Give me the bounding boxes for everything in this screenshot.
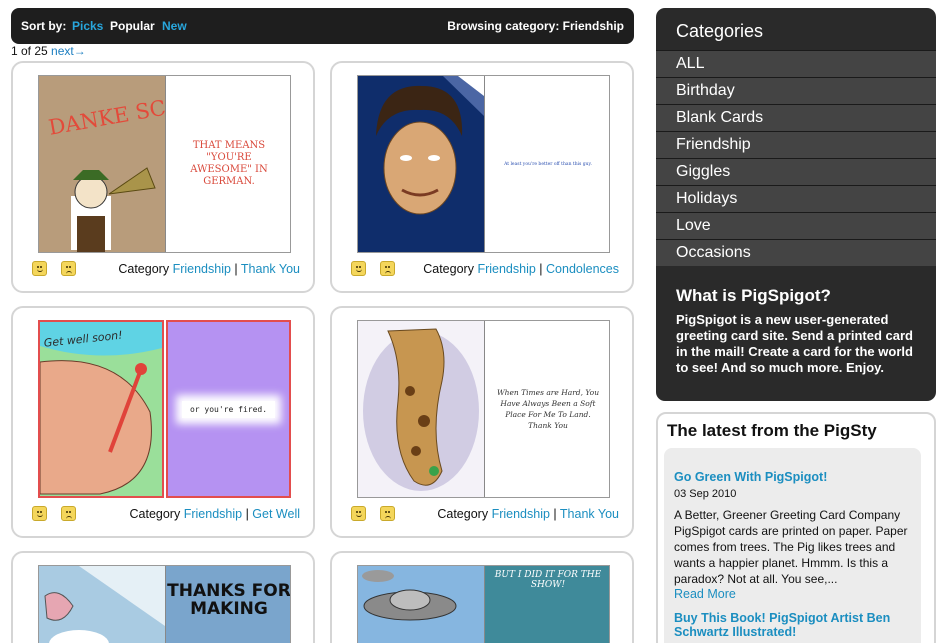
category-link[interactable]: Friendship — [173, 262, 231, 276]
sort-popular[interactable]: Popular — [110, 19, 155, 33]
categories-list: ALL Birthday Blank Cards Friendship Gigg… — [656, 50, 936, 266]
blog-title: The latest from the PigSty — [667, 421, 877, 440]
categories-panel: Categories ALL Birthday Blank Cards Frie… — [656, 8, 936, 401]
category-item-friendship[interactable]: Friendship — [656, 131, 936, 158]
card-preview[interactable]: At least you're better off than this guy… — [357, 75, 610, 253]
next-page-link[interactable]: next→ — [51, 44, 86, 58]
category-label: Category — [118, 262, 170, 276]
category-link[interactable]: Condolences — [546, 262, 619, 276]
category-item-birthday[interactable]: Birthday — [656, 77, 936, 104]
card-art — [39, 566, 165, 643]
card-preview[interactable]: BUT I DID IT FOR THE SHOW! — [357, 565, 610, 643]
blog-posts: Go Green With PigSpigot! 03 Sep 2010 A B… — [664, 448, 921, 643]
category-link[interactable]: Thank You — [241, 262, 300, 276]
card-meta: Category Friendship | Condolences — [351, 261, 619, 279]
category-label: Category — [423, 262, 474, 276]
category-item-all[interactable]: ALL — [656, 50, 936, 77]
card-categories: Category Friendship | Get Well — [129, 507, 301, 521]
page: Sort by: Picks Popular New Browsing cate… — [0, 0, 946, 643]
frown-icon[interactable] — [380, 261, 395, 276]
category-item-blank-cards[interactable]: Blank Cards — [656, 104, 936, 131]
smile-icon[interactable] — [32, 506, 47, 521]
card-message-panel: or you're fired. — [166, 320, 291, 498]
frown-icon[interactable] — [61, 506, 76, 521]
card-meta: Category Friendship | Thank You — [32, 261, 300, 279]
blog-panel: The latest from the PigSty Go Green With… — [656, 412, 936, 643]
card-preview[interactable]: Get well soon! or you're fired. — [38, 320, 291, 498]
post-title-link[interactable]: Go Green With PigSpigot! — [674, 470, 911, 484]
card-meta: Category Friendship | Get Well — [32, 506, 300, 524]
card-preview[interactable]: When Times are Hard, You Have Always Bee… — [357, 320, 610, 498]
category-item-giggles[interactable]: Giggles — [656, 158, 936, 185]
card-message: At least you're better off than this guy… — [484, 76, 609, 252]
page-count: 1 of 25 — [11, 44, 48, 58]
card-tile[interactable]: BUT I DID IT FOR THE SHOW! — [330, 551, 634, 643]
card-art — [358, 76, 484, 252]
sort-bar: Sort by: Picks Popular New Browsing cate… — [11, 8, 634, 44]
category-label: Category — [437, 507, 489, 521]
categories-title: Categories — [676, 21, 764, 41]
card-message: BUT I DID IT FOR THE SHOW! — [484, 566, 609, 643]
category-link[interactable]: Friendship — [184, 507, 242, 521]
card-art — [358, 566, 484, 643]
category-item-occasions[interactable]: Occasions — [656, 239, 936, 266]
card-categories: Category Friendship | Condolences — [423, 262, 619, 276]
frown-icon[interactable] — [380, 506, 395, 521]
category-link[interactable]: Friendship — [492, 507, 550, 521]
post-title-link[interactable]: Buy This Book! PigSpigot Artist Ben Schw… — [674, 611, 911, 639]
category-link[interactable]: Friendship — [477, 262, 535, 276]
category-item-holidays[interactable]: Holidays — [656, 185, 936, 212]
card-categories: Category Friendship | Thank You — [118, 262, 300, 276]
card-message: THANKS FOR MAKING — [165, 566, 290, 643]
post-date: 03 Sep 2010 — [674, 488, 737, 500]
smile-icon[interactable] — [351, 506, 366, 521]
frown-icon[interactable] — [61, 261, 76, 276]
sort-picks[interactable]: Picks — [72, 19, 103, 33]
about-text: PigSpigot is a new user-generated greeti… — [676, 312, 913, 375]
smile-icon[interactable] — [32, 261, 47, 276]
card-tile[interactable]: Get well soon! or you're fired. Category… — [11, 306, 315, 538]
card-message: When Times are Hard, You Have Always Bee… — [484, 321, 609, 497]
card-message: THAT MEANS "YOU'RE AWESOME" IN GERMAN. — [165, 76, 290, 252]
pager: 1 of 25 next→ — [11, 44, 86, 58]
card-tile[interactable]: DANKE SCHÖEN! THAT MEANS "YOU'RE AWESOME… — [11, 61, 315, 293]
sort-new[interactable]: New — [162, 19, 187, 33]
category-label: Category — [129, 507, 181, 521]
read-more-link[interactable]: Read More — [674, 587, 911, 601]
card-art — [358, 321, 484, 497]
category-link[interactable]: Thank You — [560, 507, 619, 521]
card-art: DANKE SCHÖEN! — [39, 76, 244, 252]
sort-label: Sort by: — [21, 19, 67, 33]
category-link[interactable]: Get Well — [252, 507, 300, 521]
card-preview[interactable]: DANKE SCHÖEN! THAT MEANS "YOU'RE AWESOME… — [38, 75, 291, 253]
category-item-love[interactable]: Love — [656, 212, 936, 239]
card-art: Get well soon! — [38, 320, 164, 498]
post-excerpt: A Better, Greener Greeting Card Company … — [674, 508, 908, 586]
card-tile[interactable]: At least you're better off than this guy… — [330, 61, 634, 293]
card-tile[interactable]: When Times are Hard, You Have Always Bee… — [330, 306, 634, 538]
card-meta: Category Friendship | Thank You — [351, 506, 619, 524]
card-categories: Category Friendship | Thank You — [437, 507, 619, 521]
card-tile[interactable]: THANKS FOR MAKING — [11, 551, 315, 643]
browsing-category: Browsing category: Friendship — [447, 19, 624, 33]
card-preview[interactable]: THANKS FOR MAKING — [38, 565, 291, 643]
smile-icon[interactable] — [351, 261, 366, 276]
card-message: or you're fired. — [181, 400, 276, 418]
about-title: What is PigSpigot? — [676, 286, 831, 305]
